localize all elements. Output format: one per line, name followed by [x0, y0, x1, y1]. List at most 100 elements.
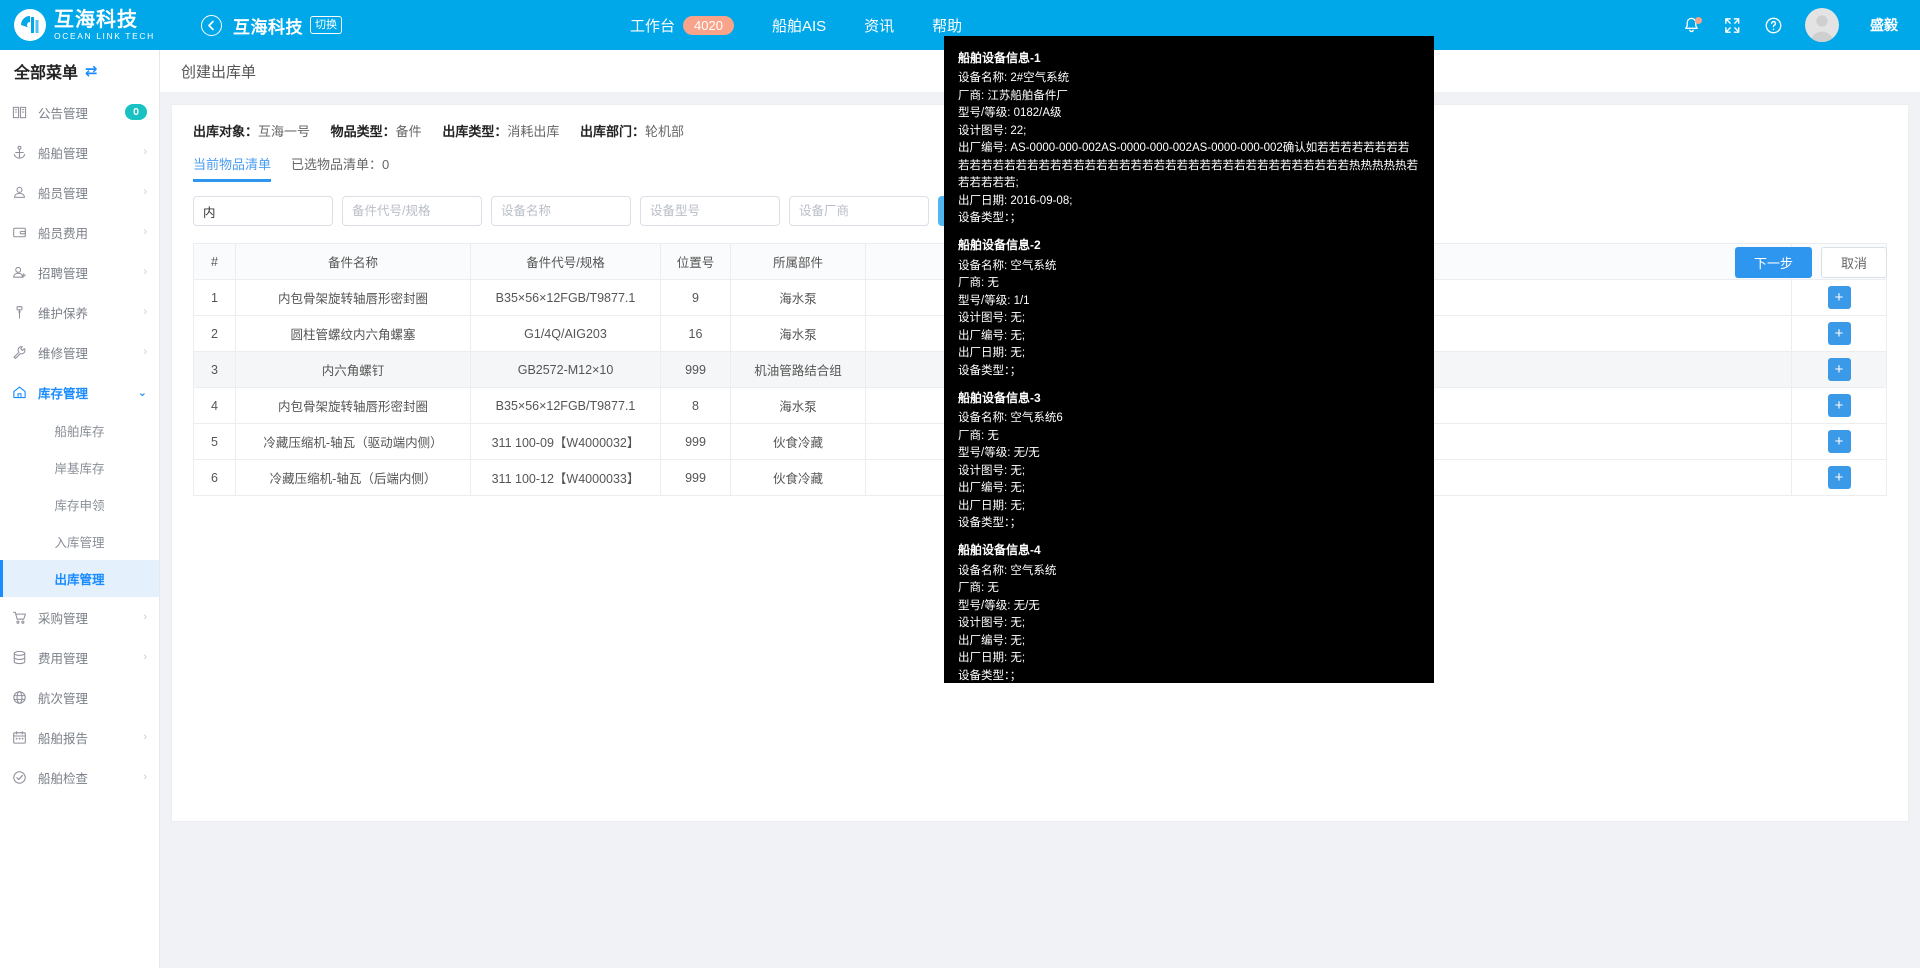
- help-icon[interactable]: [1764, 16, 1783, 35]
- sidebar-item-ship-inventory[interactable]: 船舶库存: [0, 412, 159, 449]
- sidebar-item-crew-expense[interactable]: 船员费用 ›: [0, 212, 159, 252]
- sidebar-item-outbound[interactable]: 出库管理: [0, 560, 159, 597]
- meta-value-item-type: 备件: [395, 124, 422, 139]
- sidebar-item-announcement[interactable]: 公告管理 0: [0, 92, 159, 132]
- sidebar-item-shore-inventory[interactable]: 岸基库存: [0, 449, 159, 486]
- workbench-count-badge: 4020: [683, 15, 734, 35]
- sidebar-item-maintenance[interactable]: 维护保养 ›: [0, 292, 159, 332]
- database-icon: [12, 650, 34, 665]
- sidebar-item-repair[interactable]: 维修管理 ›: [0, 332, 159, 372]
- tooltip-line: 厂商: 江苏船舶备件厂: [958, 89, 1068, 102]
- cell-index: 3: [193, 351, 236, 388]
- next-step-button[interactable]: 下一步: [1734, 247, 1812, 278]
- add-item-button[interactable]: +: [1827, 430, 1851, 453]
- sidebar-title-label: 全部菜单: [14, 65, 79, 82]
- logo-title-cn: 互海科技: [54, 8, 138, 31]
- tooltip-line: 设备名称: 空气系统6: [958, 412, 1063, 425]
- tooltip-line: 出厂编号: AS-0000-000-002AS-0000-000-002AS-0…: [958, 142, 1418, 190]
- search-input-equipment-name[interactable]: [491, 196, 631, 226]
- sidebar-label-crew-expense: 船员费用: [38, 226, 89, 241]
- tooltip-line: 设备类型：；: [958, 517, 1022, 530]
- add-item-button[interactable]: +: [1827, 466, 1851, 489]
- add-item-button[interactable]: +: [1827, 322, 1851, 345]
- app-logo[interactable]: 互海科技 OCEAN LINK TECH: [0, 0, 193, 50]
- tooltip-line: 出厂编号: 无;: [958, 482, 1026, 495]
- sidebar-item-expense[interactable]: 费用管理 ›: [0, 637, 159, 677]
- notification-bell-icon[interactable]: [1682, 16, 1702, 35]
- switch-company-button[interactable]: 切换: [310, 15, 342, 35]
- cell-action: +: [1791, 423, 1887, 460]
- add-item-button[interactable]: +: [1827, 394, 1851, 417]
- tooltip-section-title: 船舶设备信息-4: [958, 543, 1041, 558]
- cell-index: 6: [193, 459, 236, 496]
- chevron-right-icon: ›: [143, 226, 147, 238]
- search-input-equipment-model[interactable]: [640, 196, 780, 226]
- sidebar-label-ship-report: 船舶报告: [38, 731, 89, 746]
- tooltip-line: 出厂日期: 无;: [958, 652, 1026, 665]
- col-index: #: [193, 243, 236, 280]
- sidebar-label-ship-inspection: 船舶检查: [38, 771, 89, 786]
- cell-part-name: 内包骨架旋转轴唇形密封圈: [235, 279, 471, 316]
- swap-menu-icon[interactable]: ⇄: [85, 62, 98, 80]
- nav-item-ship-ais[interactable]: 船舶AIS: [772, 15, 826, 36]
- add-item-button[interactable]: +: [1827, 286, 1851, 309]
- tooltip-line: 型号/等级: 1/1: [958, 294, 1030, 307]
- sidebar-item-recruitment[interactable]: 招聘管理 ›: [0, 252, 159, 292]
- tooltip-section: 船舶设备信息-4 设备名称: 空气系统 厂商: 无 型号/等级: 无/无 设计图…: [958, 541, 1420, 683]
- add-item-button[interactable]: +: [1827, 358, 1851, 381]
- cell-component: 海水泵: [730, 279, 866, 316]
- globe-icon: [12, 690, 34, 705]
- sidebar-item-inventory-request[interactable]: 库存申领: [0, 486, 159, 523]
- tooltip-section-title: 船舶设备信息-1: [958, 51, 1041, 65]
- search-input-name[interactable]: [193, 196, 333, 226]
- nav-item-help[interactable]: 帮助: [932, 15, 962, 36]
- cell-part-name: 冷藏压缩机-轴瓦（后端内侧）: [235, 459, 471, 496]
- search-input-code[interactable]: [342, 196, 482, 226]
- fullscreen-icon[interactable]: [1723, 16, 1742, 35]
- col-position: 位置号: [660, 243, 731, 280]
- wallet-icon: [12, 225, 34, 240]
- sidebar-label-crew: 船员管理: [38, 186, 89, 201]
- sidebar-item-ship-inspection[interactable]: 船舶检查 ›: [0, 757, 159, 797]
- wrench-icon: [12, 345, 34, 360]
- nav-item-workbench[interactable]: 工作台 4020: [630, 15, 734, 36]
- meta-label-department: 出库部门：: [579, 124, 645, 139]
- tab-selected-items[interactable]: 已选物品清单：0: [291, 154, 389, 182]
- cell-action: +: [1791, 459, 1887, 496]
- chevron-right-icon: ›: [143, 731, 147, 743]
- tooltip-line: 厂商: 无: [958, 277, 999, 290]
- cancel-button[interactable]: 取消: [1820, 247, 1887, 278]
- tooltip-line: 设备类型：；: [958, 364, 1022, 377]
- user-plus-icon: [12, 265, 34, 280]
- meta-value-department: 轮机部: [644, 124, 684, 139]
- sidebar-item-crew[interactable]: 船员管理 ›: [0, 172, 159, 212]
- avatar[interactable]: [1805, 8, 1839, 42]
- cell-component: 海水泵: [730, 387, 866, 424]
- sidebar-item-inbound[interactable]: 入库管理: [0, 523, 159, 560]
- nav-label-workbench: 工作台: [630, 17, 676, 35]
- sidebar-label-voyage: 航次管理: [38, 691, 89, 706]
- sidebar-item-ship-report[interactable]: 船舶报告 ›: [0, 717, 159, 757]
- tooltip-line: 出厂编号: 无;: [958, 634, 1026, 647]
- main-navigation: 工作台 4020 船舶AIS 资讯 帮助: [630, 15, 962, 36]
- cell-part-name: 冷藏压缩机-轴瓦（驱动端内侧）: [235, 423, 471, 460]
- sidebar-item-voyage[interactable]: 航次管理: [0, 677, 159, 717]
- search-input-equipment-vendor[interactable]: [789, 196, 929, 226]
- nav-item-news[interactable]: 资讯: [864, 15, 894, 36]
- cart-icon: [12, 610, 34, 625]
- tooltip-line: 出厂日期: 2016-09-08;: [958, 194, 1073, 207]
- announcement-count-badge: 0: [125, 104, 147, 120]
- sidebar-item-ship[interactable]: 船舶管理 ›: [0, 132, 159, 172]
- tooltip-section: 船舶设备信息-1 设备名称: 2#空气系统 厂商: 江苏船舶备件厂 型号/等级:…: [958, 49, 1420, 227]
- cell-component: 海水泵: [730, 315, 866, 352]
- back-arrow-icon[interactable]: [201, 14, 222, 36]
- tooltip-line: 型号/等级: 无/无: [958, 447, 1040, 460]
- tooltip-line: 出厂编号: 无;: [958, 329, 1026, 342]
- sidebar-item-purchase[interactable]: 采购管理 ›: [0, 597, 159, 637]
- sidebar-item-inventory[interactable]: 库存管理 ⌄: [0, 372, 159, 412]
- cell-position: 8: [660, 387, 731, 424]
- cell-index: 4: [193, 387, 236, 424]
- tab-current-items[interactable]: 当前物品清单: [193, 154, 272, 182]
- tooltip-line: 设计图号: 无;: [958, 464, 1026, 477]
- cell-part-name: 内包骨架旋转轴唇形密封圈: [235, 387, 471, 424]
